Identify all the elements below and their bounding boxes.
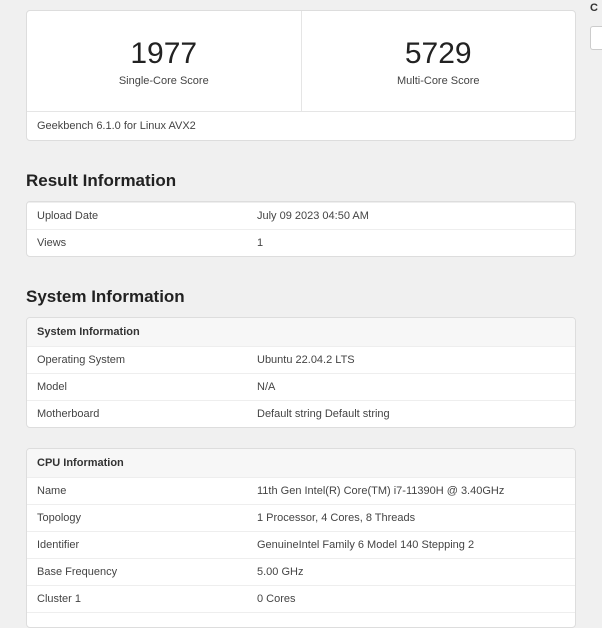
table-row: Cluster 1 0 Cores	[27, 585, 575, 612]
row-label: Motherboard	[27, 401, 247, 427]
table-row: Operating System Ubuntu 22.04.2 LTS	[27, 346, 575, 373]
cpu-info-table: CPU Information Name 11th Gen Intel(R) C…	[26, 448, 576, 628]
row-label: Topology	[27, 505, 247, 531]
row-value: Default string Default string	[247, 401, 575, 427]
fragment-letter: C	[590, 2, 602, 14]
row-label: Operating System	[27, 347, 247, 373]
table-row: Name 11th Gen Intel(R) Core(TM) i7-11390…	[27, 477, 575, 504]
table-row: Base Frequency 5.00 GHz	[27, 558, 575, 585]
result-info-table: Upload Date July 09 2023 04:50 AM Views …	[26, 201, 576, 257]
multi-core-value: 5729	[312, 37, 566, 71]
table-header: System Information	[27, 318, 575, 346]
table-row: Identifier GenuineIntel Family 6 Model 1…	[27, 531, 575, 558]
row-label: Name	[27, 478, 247, 504]
row-value: 5.00 GHz	[247, 559, 575, 585]
row-value: Ubuntu 22.04.2 LTS	[247, 347, 575, 373]
row-label: Base Frequency	[27, 559, 247, 585]
table-row: Motherboard Default string Default strin…	[27, 400, 575, 427]
row-label: Cluster 1	[27, 586, 247, 612]
table-row: Upload Date July 09 2023 04:50 AM	[27, 202, 575, 229]
scores-footer: Geekbench 6.1.0 for Linux AVX2	[27, 111, 575, 140]
row-value: GenuineIntel Family 6 Model 140 Stepping…	[247, 532, 575, 558]
row-label: Upload Date	[27, 203, 247, 229]
table-row: Model N/A	[27, 373, 575, 400]
single-core-cell: 1977 Single-Core Score	[27, 11, 301, 111]
scores-card: 1977 Single-Core Score 5729 Multi-Core S…	[26, 10, 576, 141]
page-content: 1977 Single-Core Score 5729 Multi-Core S…	[0, 10, 602, 628]
scores-row: 1977 Single-Core Score 5729 Multi-Core S…	[27, 11, 575, 111]
table-row: Topology 1 Processor, 4 Cores, 8 Threads	[27, 504, 575, 531]
result-info-heading: Result Information	[26, 171, 576, 191]
row-label	[27, 613, 247, 627]
table-row	[27, 612, 575, 627]
row-value: 11th Gen Intel(R) Core(TM) i7-11390H @ 3…	[247, 478, 575, 504]
row-value: July 09 2023 04:50 AM	[247, 203, 575, 229]
single-core-value: 1977	[37, 37, 291, 71]
spacer	[26, 428, 576, 448]
system-info-table: System Information Operating System Ubun…	[26, 317, 576, 428]
row-label: Identifier	[27, 532, 247, 558]
table-row: Views 1	[27, 229, 575, 256]
row-value: 1 Processor, 4 Cores, 8 Threads	[247, 505, 575, 531]
clipped-sidebar-fragment: C	[590, 2, 602, 50]
row-label: Views	[27, 230, 247, 256]
table-header: CPU Information	[27, 449, 575, 477]
row-value: N/A	[247, 374, 575, 400]
fragment-box	[590, 26, 602, 50]
row-value: 0 Cores	[247, 586, 575, 612]
row-value: 1	[247, 230, 575, 256]
row-value	[247, 613, 575, 627]
multi-core-cell: 5729 Multi-Core Score	[301, 11, 576, 111]
system-info-heading: System Information	[26, 287, 576, 307]
single-core-label: Single-Core Score	[37, 75, 291, 87]
row-label: Model	[27, 374, 247, 400]
multi-core-label: Multi-Core Score	[312, 75, 566, 87]
